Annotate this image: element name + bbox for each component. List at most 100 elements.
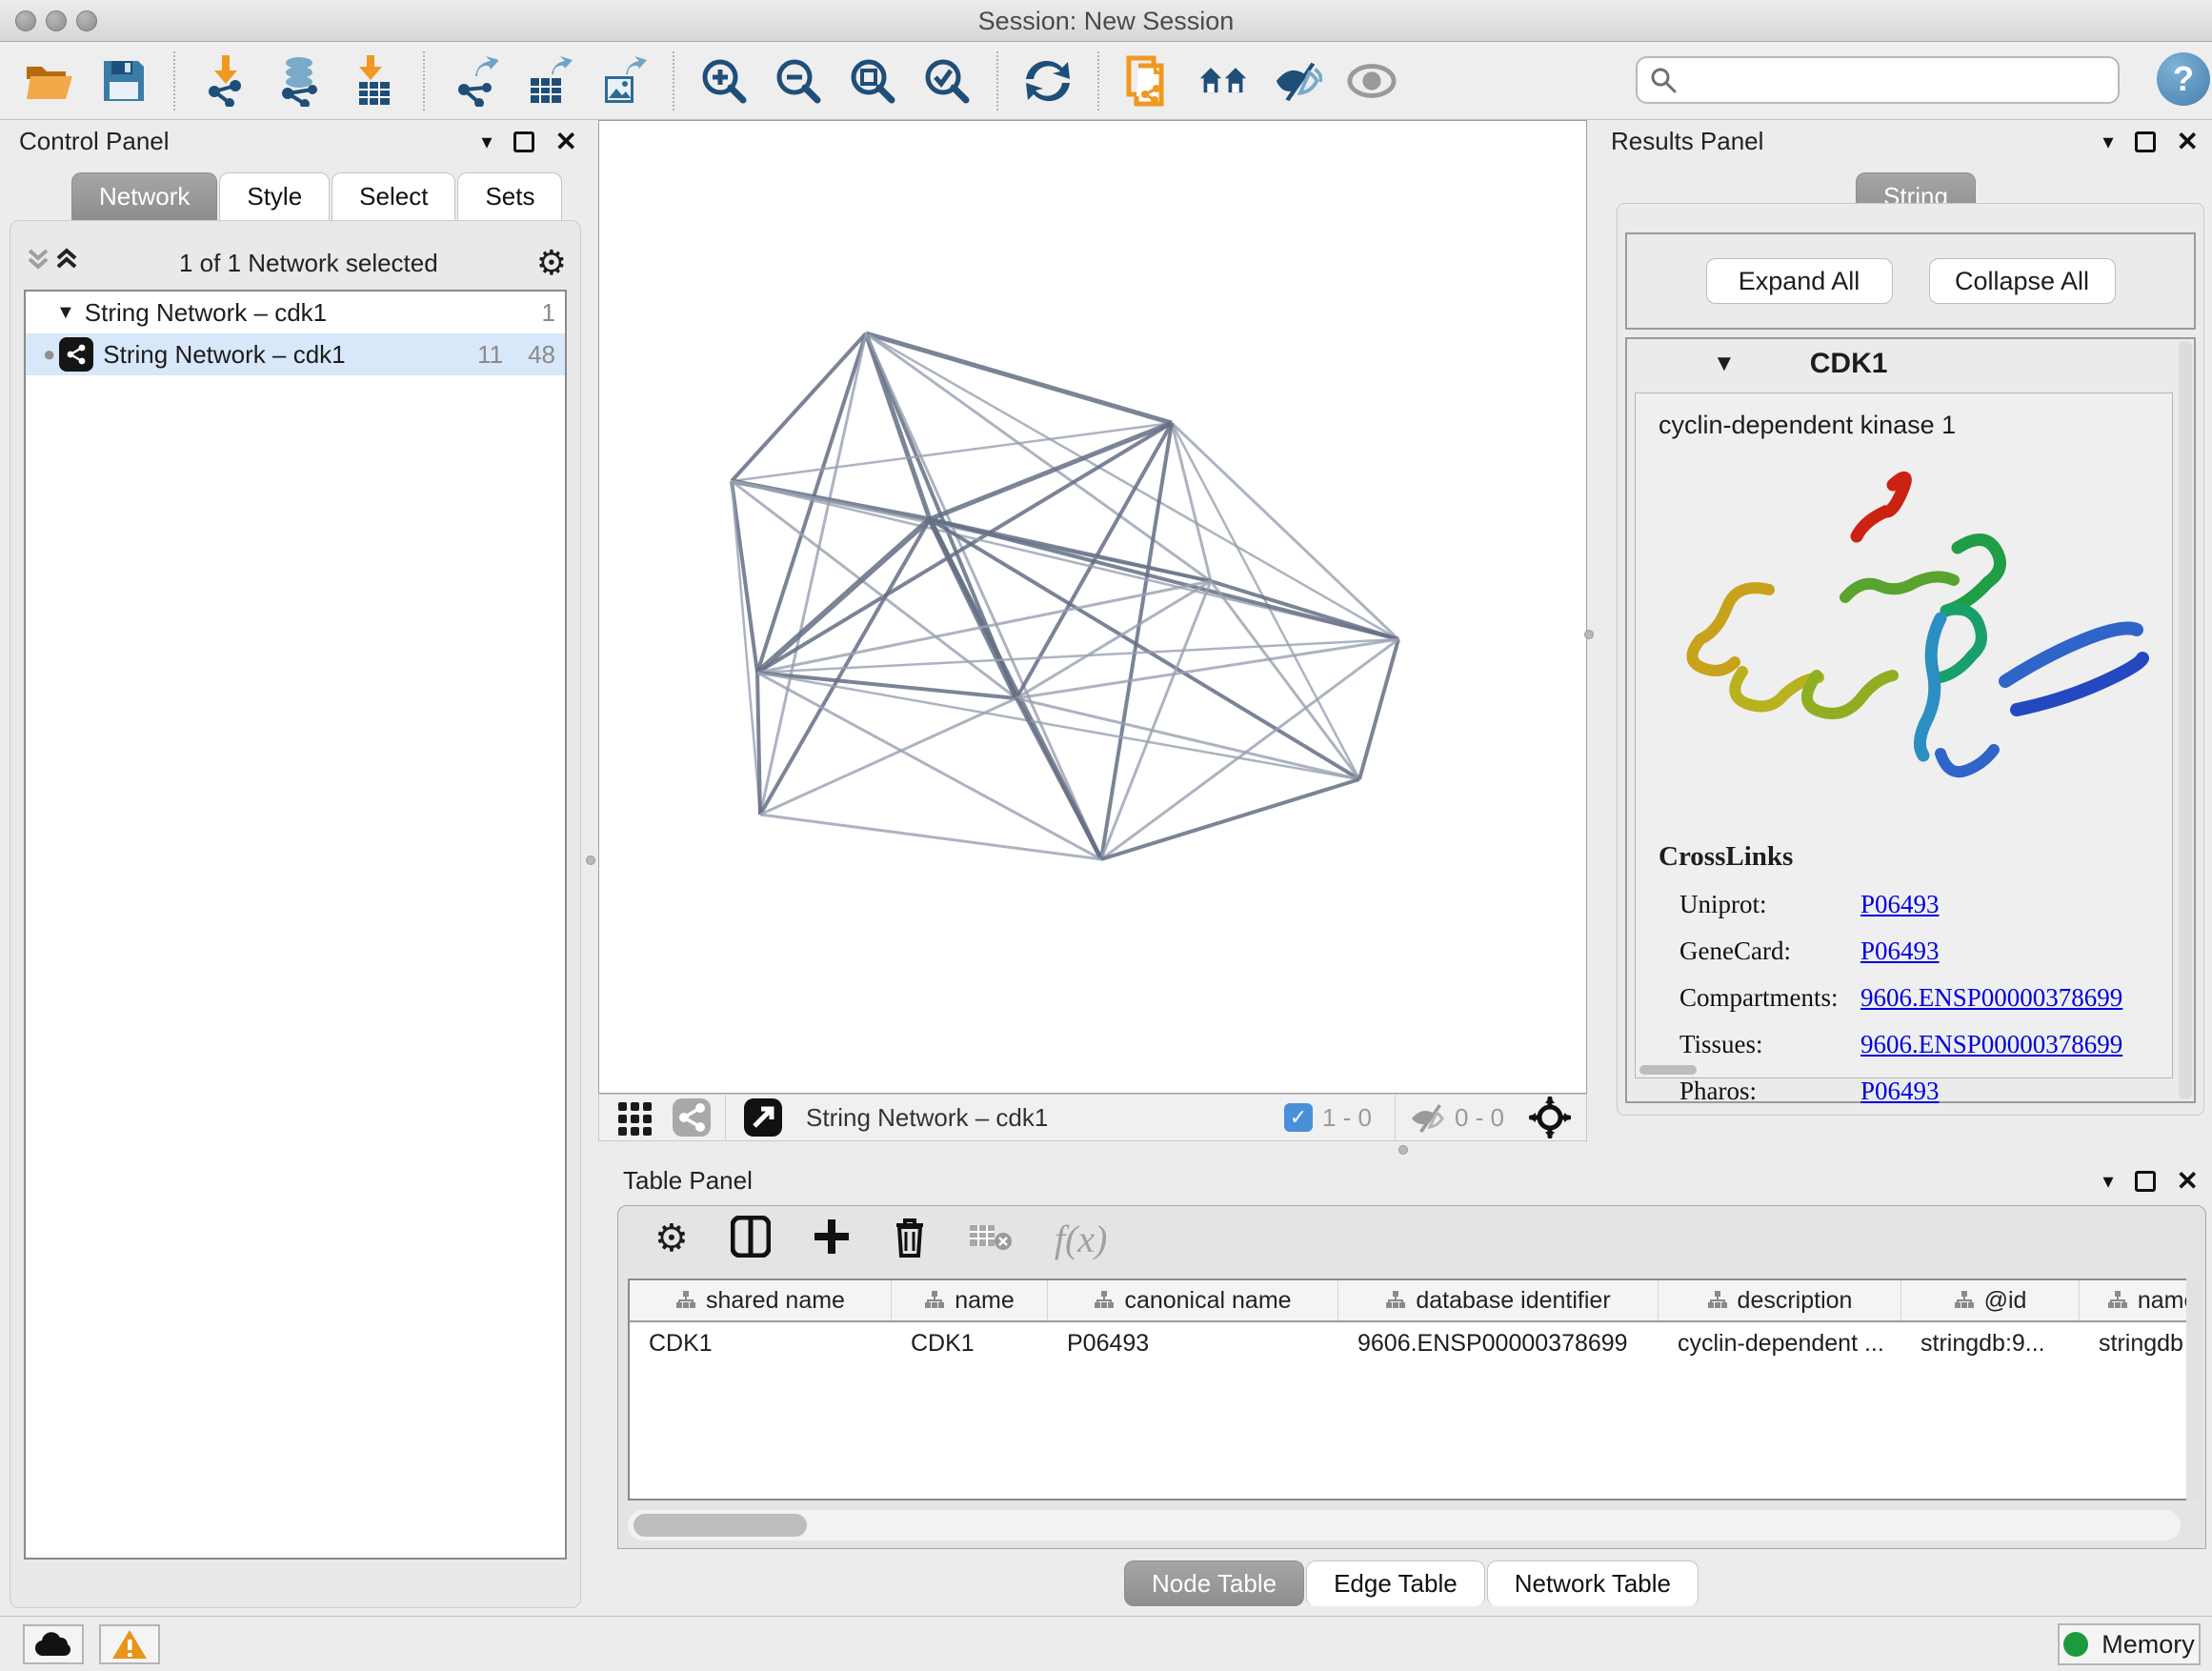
table-row[interactable]: CDK1CDK1P064939606.ENSP00000378699cyclin…: [630, 1322, 2194, 1364]
tab-network-table[interactable]: Network Table: [1487, 1560, 1699, 1606]
share-view-icon[interactable]: [672, 1097, 712, 1137]
birdseye-icon[interactable]: [1529, 1097, 1571, 1138]
add-column-icon[interactable]: [813, 1218, 851, 1260]
refresh-icon[interactable]: [1023, 56, 1073, 106]
crosslink-row: Compartments:9606.ENSP00000378699: [1659, 983, 2162, 1013]
panel-close-icon[interactable]: ✕: [2177, 1165, 2199, 1197]
edge-CCNB2-RB1[interactable]: [866, 333, 1398, 639]
node-table[interactable]: shared namenamecanonical namedatabase id…: [628, 1278, 2196, 1500]
hidden-eye-icon[interactable]: [1409, 1101, 1445, 1134]
column-header-name[interactable]: name: [892, 1280, 1048, 1320]
hide-unhide-icon[interactable]: [1273, 56, 1322, 106]
tab-network[interactable]: Network: [71, 172, 217, 220]
tab-select[interactable]: Select: [332, 172, 455, 220]
expand-all-button[interactable]: Expand All: [1706, 258, 1893, 304]
show-eye-icon[interactable]: [1347, 56, 1397, 106]
tab-sets[interactable]: Sets: [457, 172, 562, 220]
search-box[interactable]: [1636, 56, 2120, 104]
splitter-grip[interactable]: [1584, 630, 1594, 639]
tab-edge-table[interactable]: Edge Table: [1306, 1560, 1485, 1606]
panel-collapse-icon[interactable]: ▾: [2102, 1169, 2113, 1194]
collapse-all-button[interactable]: Collapse All: [1929, 258, 2116, 304]
entry-collapse-icon[interactable]: ▼: [1713, 351, 1736, 377]
save-icon[interactable]: [99, 56, 149, 106]
clone-network-icon[interactable]: [1124, 56, 1174, 106]
crosslinks-section: CrossLinks Uniprot:P06493GeneCard:P06493…: [1659, 841, 2162, 1106]
results-hscroll[interactable]: [1639, 1065, 1697, 1075]
tab-node-table[interactable]: Node Table: [1124, 1560, 1304, 1606]
help-icon[interactable]: ?: [2157, 52, 2210, 106]
import-table-icon[interactable]: [349, 56, 398, 106]
crosslink-link[interactable]: 9606.ENSP00000378699: [1860, 1030, 2122, 1059]
column-header-@id[interactable]: @id: [1901, 1280, 2080, 1320]
open-folder-icon[interactable]: [25, 56, 74, 106]
network-row[interactable]: ● String Network – cdk1 11 48: [26, 333, 565, 375]
column-header-canonical-name[interactable]: canonical name: [1048, 1280, 1338, 1320]
edge-CCNA2-HIST1H1A[interactable]: [760, 698, 1016, 815]
export-network-icon[interactable]: [450, 56, 499, 106]
splitter-grip[interactable]: [586, 856, 595, 865]
network-options-gear-icon[interactable]: ⚙: [536, 243, 567, 283]
panel-collapse-icon[interactable]: ▾: [481, 130, 492, 154]
edge-RB1-CCNB1[interactable]: [757, 639, 1398, 673]
crosslink-link[interactable]: 9606.ENSP00000378699: [1860, 983, 2122, 1013]
zoom-fit-icon[interactable]: [848, 56, 897, 106]
tab-style[interactable]: Style: [219, 172, 330, 220]
zoom-out-icon[interactable]: [774, 56, 823, 106]
show-columns-icon[interactable]: [731, 1216, 771, 1262]
network-collection-row[interactable]: ▼ String Network – cdk1 1: [26, 292, 565, 333]
export-image-icon[interactable]: [598, 56, 648, 106]
protein-entry-header[interactable]: ▼ CDK1: [1627, 339, 2194, 389]
network-selection-status: 1 of 1 Network selected: [81, 249, 536, 278]
edge-CCNB2-HIST1H1A[interactable]: [760, 333, 866, 815]
selected-checkbox-icon[interactable]: ✓: [1284, 1103, 1313, 1132]
search-input[interactable]: [1678, 61, 2118, 99]
panel-close-icon[interactable]: ✕: [555, 126, 577, 157]
crosslink-link[interactable]: P06493: [1860, 890, 1940, 919]
delete-column-icon[interactable]: [893, 1216, 927, 1262]
column-header-namespace[interactable]: namespace: [2080, 1280, 2196, 1320]
panel-collapse-icon[interactable]: ▾: [2102, 130, 2113, 154]
import-database-icon[interactable]: [274, 56, 324, 106]
collapse-tree-icon[interactable]: [52, 245, 81, 281]
crosslink-link[interactable]: P06493: [1860, 1077, 1940, 1106]
panel-float-icon[interactable]: [2135, 131, 2156, 152]
crosslink-link[interactable]: P06493: [1860, 936, 1940, 966]
column-header-description[interactable]: description: [1659, 1280, 1901, 1320]
edge-HIST1H1A-CCNE1[interactable]: [760, 815, 1101, 859]
panel-close-icon[interactable]: ✕: [2177, 126, 2199, 157]
grid-view-icon[interactable]: [616, 1098, 654, 1137]
edge-CCNB1-CCNE1[interactable]: [757, 673, 1101, 859]
expand-tree-icon[interactable]: [24, 245, 52, 281]
edge-CDK1-RB1[interactable]: [930, 519, 1398, 639]
splitter-grip[interactable]: [1398, 1145, 1408, 1155]
column-header-database-identifier[interactable]: database identifier: [1338, 1280, 1659, 1320]
edge-CCNB2-CCNE1[interactable]: [866, 333, 1101, 859]
edge-CCNB2-CCNA1[interactable]: [866, 333, 1172, 423]
table-vscroll[interactable]: [2186, 1278, 2202, 1500]
edge-CDC6-CCNA2[interactable]: [1016, 581, 1211, 698]
memory-button[interactable]: Memory: [2058, 1623, 2201, 1665]
import-network-icon[interactable]: [200, 56, 250, 106]
edge-CDKN1A-CCNE1[interactable]: [1101, 779, 1359, 859]
tree-expand-icon[interactable]: ▼: [56, 302, 75, 324]
edge-CDC6-RB1[interactable]: [1211, 581, 1398, 639]
network-view-canvas[interactable]: [598, 120, 1587, 1094]
panel-float-icon[interactable]: [513, 131, 534, 152]
export-table-icon[interactable]: [524, 56, 573, 106]
table-hscroll[interactable]: [628, 1510, 2181, 1540]
zoom-selected-icon[interactable]: [922, 56, 972, 106]
table-settings-gear-icon[interactable]: ⚙: [654, 1217, 689, 1260]
string-home-icon[interactable]: [1198, 56, 1248, 106]
zoom-in-icon[interactable]: [699, 56, 749, 106]
detach-view-icon[interactable]: [743, 1097, 783, 1137]
warnings-button[interactable]: [99, 1624, 160, 1664]
panel-float-icon[interactable]: [2135, 1171, 2156, 1192]
edge-CCNB2-CDC25B[interactable]: [732, 333, 866, 481]
edge-CCNA1-CDK1[interactable]: [930, 423, 1172, 519]
edge-RB1-CDKN1A[interactable]: [1359, 639, 1398, 779]
edge-CCNA1-RB1[interactable]: [1172, 423, 1398, 639]
column-header-shared-name[interactable]: shared name: [630, 1280, 892, 1320]
cloud-button[interactable]: [23, 1624, 84, 1664]
results-vscroll[interactable]: [2179, 341, 2192, 1099]
